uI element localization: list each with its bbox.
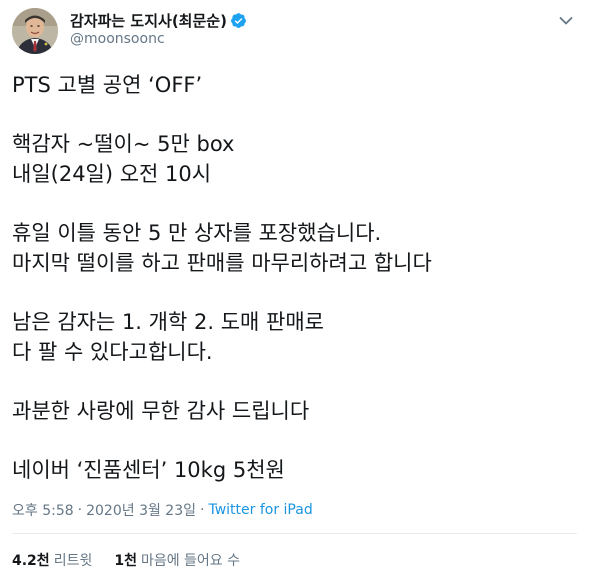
tweet-line: 남은 감자는 1. 개학 2. 도매 판매로 [12, 310, 324, 334]
tweet-paragraph: 휴일 이틀 동안 5 만 상자를 포장했습니다. 마지막 떨이를 하고 판매를 … [12, 218, 577, 278]
tweet-paragraph: 핵감자 ~떨이~ 5만 box 내일(24일) 오전 10시 [12, 129, 577, 189]
tweet-time[interactable]: 오후 5:58 [12, 500, 74, 520]
retweets-count: 4.2천 [12, 553, 50, 569]
avatar[interactable] [12, 8, 58, 54]
tweet-line: 과분한 사랑에 무한 감사 드립니다 [12, 399, 310, 423]
tweet-stats: 4.2천 리트윗 1천 마음에 들어요 수 [12, 550, 262, 570]
tweet-header: 감자파는 도지사(최문순) @moonsoonc [12, 8, 577, 54]
likes-stat[interactable]: 1천 마음에 들어요 수 [114, 550, 240, 570]
retweets-stat[interactable]: 4.2천 리트윗 [12, 550, 92, 570]
tweet-metadata: 오후 5:58 · 2020년 3월 23일 · Twitter for iPa… [12, 500, 313, 520]
tweet-paragraph: 네이버 ‘진품센터’ 10kg 5천원 [12, 455, 577, 485]
likes-label: 마음에 들어요 수 [140, 553, 241, 569]
tweet-line: 내일(24일) 오전 10시 [12, 162, 212, 186]
chevron-down-icon [559, 17, 573, 25]
tweet-paragraph: 과분한 사랑에 무한 감사 드립니다 [12, 396, 577, 426]
tweet-line: 네이버 ‘진품센터’ 10kg 5천원 [12, 458, 285, 482]
more-options-button[interactable] [555, 10, 577, 32]
meta-separator: · [200, 502, 205, 518]
tweet-line: 마지막 떨이를 하고 판매를 마무리하려고 합니다 [12, 251, 432, 275]
display-name-row: 감자파는 도지사(최문순) [70, 10, 247, 30]
divider [12, 533, 577, 534]
display-name[interactable]: 감자파는 도지사(최문순) [70, 10, 227, 31]
likes-count: 1천 [114, 553, 137, 569]
author-handle[interactable]: @moonsoonc [70, 31, 247, 47]
avatar-image [12, 8, 58, 54]
tweet-date[interactable]: 2020년 3월 23일 [86, 500, 196, 520]
tweet-line: 핵감자 ~떨이~ 5만 box [12, 132, 235, 156]
tweet-paragraph: 남은 감자는 1. 개학 2. 도매 판매로 다 팔 수 있다고합니다. [12, 307, 577, 367]
tweet-line: 다 팔 수 있다고합니다. [12, 340, 213, 364]
tweet-text: PTS 고별 공연 ‘OFF’ 핵감자 ~떨이~ 5만 box 내일(24일) … [12, 70, 577, 485]
tweet-paragraph: PTS 고별 공연 ‘OFF’ [12, 70, 577, 100]
tweet-card: 감자파는 도지사(최문순) @moonsoonc PTS 고별 공연 ‘OFF’… [0, 0, 589, 582]
tweet-line: 휴일 이틀 동안 5 만 상자를 포장했습니다. [12, 221, 382, 245]
meta-separator: · [77, 502, 83, 518]
tweet-line: PTS 고별 공연 ‘OFF’ [12, 73, 203, 97]
tweet-source-link[interactable]: Twitter for iPad [208, 502, 312, 518]
retweets-label: 리트윗 [53, 553, 93, 569]
author-names: 감자파는 도지사(최문순) @moonsoonc [70, 10, 247, 47]
verified-badge-icon [230, 12, 247, 29]
